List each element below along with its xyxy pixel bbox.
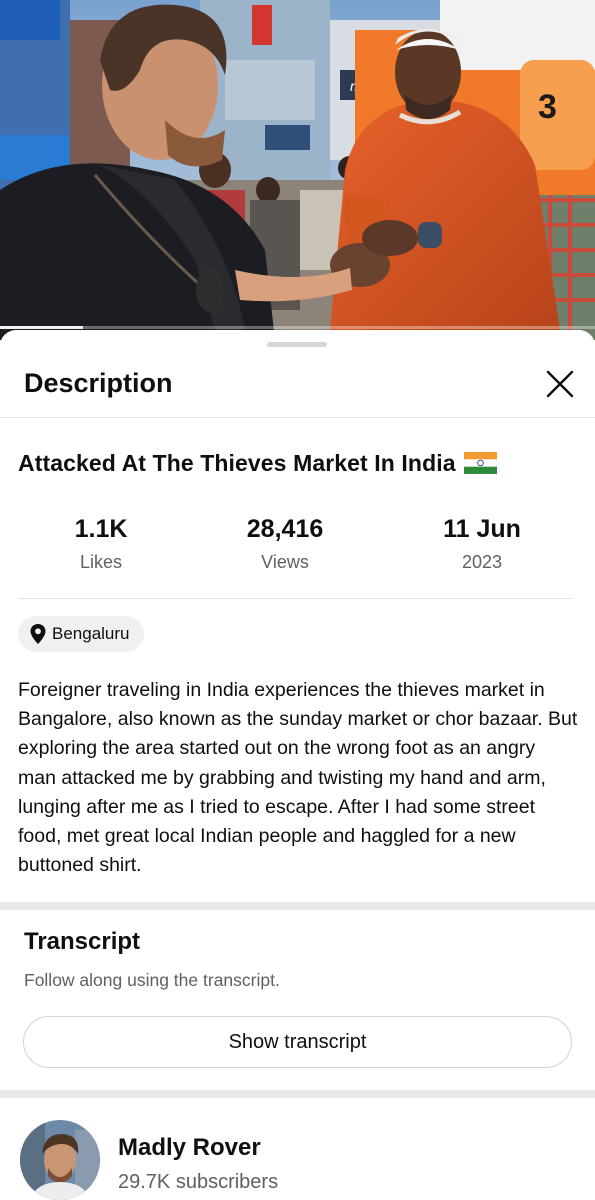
- year-label: 2023: [461, 552, 503, 572]
- views-label: Views: [261, 552, 309, 572]
- channel-row[interactable]: Madly Rover 29.7K subscribers: [0, 1110, 595, 1200]
- video-thumbnail-scene: magne 3: [0, 0, 595, 340]
- description-text: Foreigner traveling in India experiences…: [18, 679, 578, 877]
- channel-name[interactable]: Madly Rover: [118, 1134, 261, 1162]
- stats-divider: [18, 598, 572, 599]
- video-player[interactable]: magne 3: [0, 0, 595, 340]
- transcript-heading: Transcript: [24, 928, 141, 955]
- video-title-text: Attacked At The Thieves Market In India: [18, 450, 456, 476]
- location-pin-icon: [30, 624, 46, 644]
- video-progress-track[interactable]: [0, 326, 595, 329]
- stat-date: 11 Jun 2023: [392, 515, 572, 573]
- truck-number: 3: [538, 88, 557, 126]
- location-label: Bengaluru: [52, 624, 130, 643]
- stat-likes: 1.1K Likes: [11, 515, 191, 573]
- video-title: Attacked At The Thieves Market In India: [18, 450, 497, 477]
- views-value: 28,416: [246, 515, 324, 543]
- likes-value: 1.1K: [74, 515, 128, 543]
- description-sheet: Description Attacked At The Thieves Mark…: [0, 330, 595, 1200]
- sheet-title: Description: [24, 368, 173, 398]
- stat-views: 28,416 Views: [195, 515, 375, 573]
- avatar-image: [20, 1120, 100, 1200]
- sheet-header: Description: [0, 350, 595, 418]
- video-stats: 1.1K Likes 28,416 Views 11 Jun 2023: [0, 515, 595, 585]
- close-button[interactable]: [540, 364, 580, 404]
- video-progress-fill: [0, 326, 84, 329]
- section-divider: [0, 902, 595, 910]
- drag-handle[interactable]: [267, 342, 327, 347]
- section-divider: [0, 1090, 595, 1098]
- close-icon: [546, 370, 574, 398]
- date-value: 11 Jun: [443, 515, 521, 543]
- channel-subscribers: 29.7K subscribers: [118, 1171, 279, 1193]
- channel-avatar[interactable]: [20, 1120, 100, 1200]
- show-transcript-button[interactable]: Show transcript: [23, 1016, 572, 1068]
- location-chip[interactable]: Bengaluru: [18, 616, 144, 652]
- india-flag-icon: [463, 452, 497, 474]
- transcript-subtitle: Follow along using the transcript.: [24, 970, 280, 990]
- likes-label: Likes: [79, 552, 123, 572]
